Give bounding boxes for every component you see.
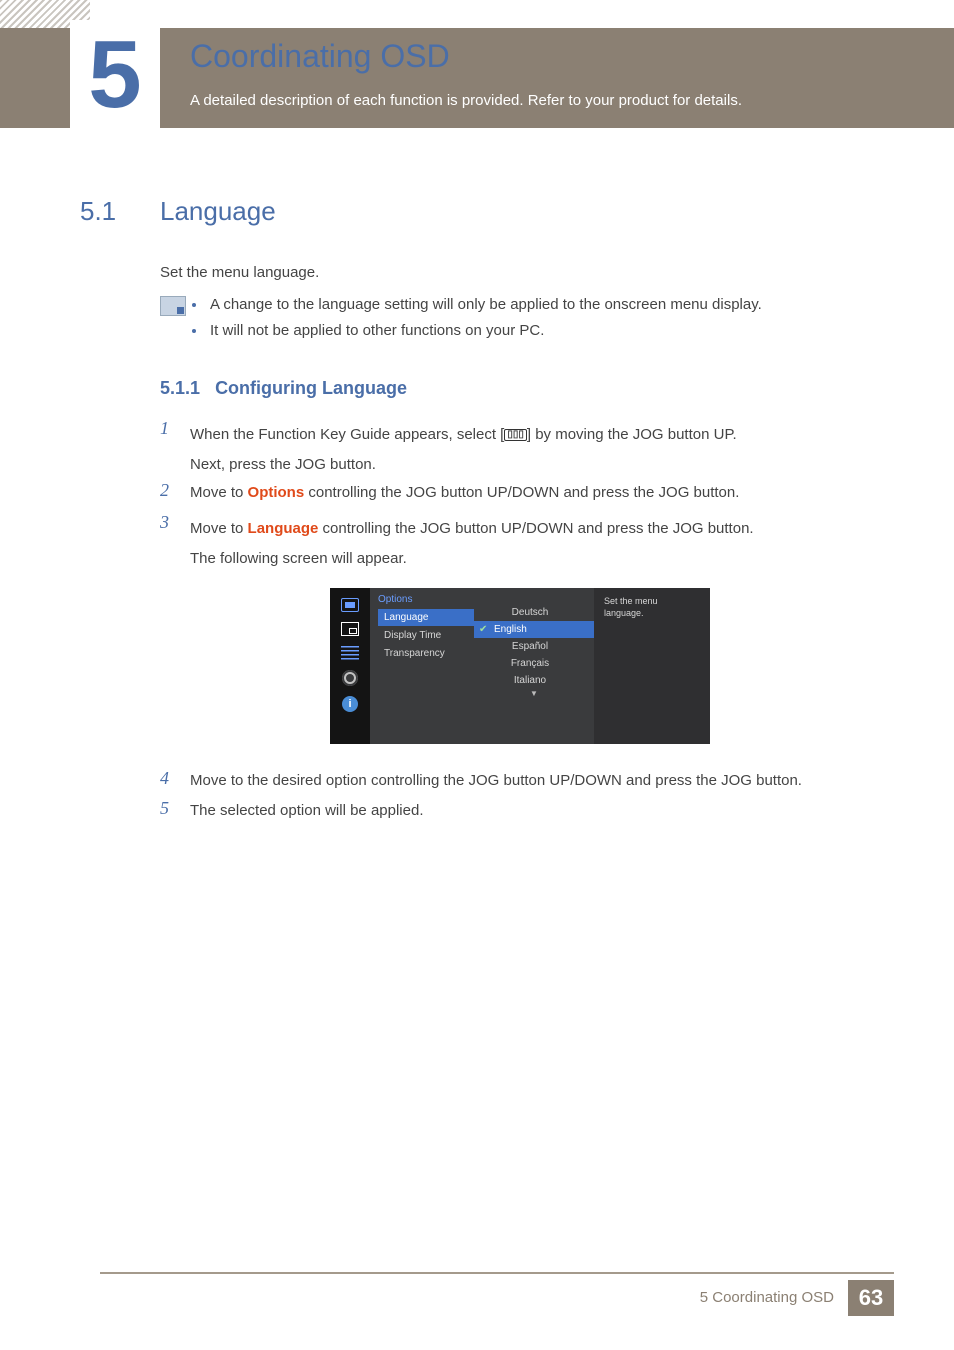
footer-divider [100,1272,894,1274]
step-fragment: When the Function Key Guide appears, sel… [190,426,504,443]
osd-language-option: Español [474,638,594,655]
osd-menu-column: Options Language Display Time Transparen… [370,588,474,744]
step-text: Move to Language controlling the JOG but… [190,514,874,574]
step-fragment: Move to [190,484,248,501]
chevron-down-icon: ▼ [474,689,594,698]
bullet-icon [192,303,196,307]
note-text: It will not be applied to other function… [210,322,544,339]
step-fragment: Next, press the JOG button. [190,456,376,473]
step-number: 4 [160,768,169,789]
monitor-icon [341,598,359,612]
osd-help-panel: Set the menu language. [594,588,710,744]
note-text: A change to the language setting will on… [210,296,762,313]
step-fragment: controlling the JOG button UP/DOWN and p… [318,520,753,537]
osd-menu-heading: Options [378,594,474,605]
osd-screenshot: i Options Language Display Time Transpar… [330,588,710,744]
step-highlight: Language [248,520,319,537]
step-text: The selected option will be applied. [190,802,874,819]
step-number: 1 [160,418,169,439]
step-fragment: ] by moving the JOG button UP. [527,426,737,443]
osd-sidebar: i [330,588,370,744]
chapter-number: 5 [88,27,141,123]
osd-language-option: Italiano [474,672,594,689]
osd-language-option: Français [474,655,594,672]
step-number: 3 [160,512,169,533]
note-icon [160,296,186,316]
osd-menu-item: Transparency [378,645,474,662]
section-intro: Set the menu language. [160,262,874,285]
list-icon [341,646,359,660]
step-text: Move to Options controlling the JOG butt… [190,484,874,501]
chapter-title: Coordinating OSD [190,38,450,75]
step-highlight: Options [248,484,305,501]
osd-language-column: Deutsch English Español Français Italian… [474,588,594,744]
subsection-number: 5.1.1 [160,378,200,398]
step-fragment: controlling the JOG button UP/DOWN and p… [304,484,739,501]
osd-menu-item: Display Time [378,627,474,644]
osd-menu-item: Language [378,609,474,626]
footer-page-number: 63 [848,1280,894,1316]
osd-help-text: language. [604,608,644,618]
note-item: It will not be applied to other function… [210,322,874,339]
pip-icon [341,622,359,636]
menu-glyph-icon: ▯▯▯ [504,429,527,441]
osd-language-option: English [474,621,594,638]
gear-icon [342,670,358,686]
chapter-description: A detailed description of each function … [190,92,742,109]
subsection-title: Configuring Language [215,378,407,398]
note-item: A change to the language setting will on… [210,296,874,313]
osd-help-text: Set the menu [604,596,658,606]
step-number: 5 [160,798,169,819]
section-title: Language [160,196,276,227]
step-fragment: Move to [190,520,248,537]
subsection-heading: 5.1.1 Configuring Language [160,378,407,399]
osd-language-option: Deutsch [474,604,594,621]
chapter-number-box: 5 [70,20,160,130]
section-number: 5.1 [80,196,116,227]
step-fragment: The following screen will appear. [190,550,407,567]
footer-chapter-label: 5 Coordinating OSD [700,1289,834,1306]
bullet-icon [192,329,196,333]
step-number: 2 [160,480,169,501]
info-icon: i [342,696,358,712]
step-text: When the Function Key Guide appears, sel… [190,420,874,480]
step-text: Move to the desired option controlling t… [190,772,874,789]
